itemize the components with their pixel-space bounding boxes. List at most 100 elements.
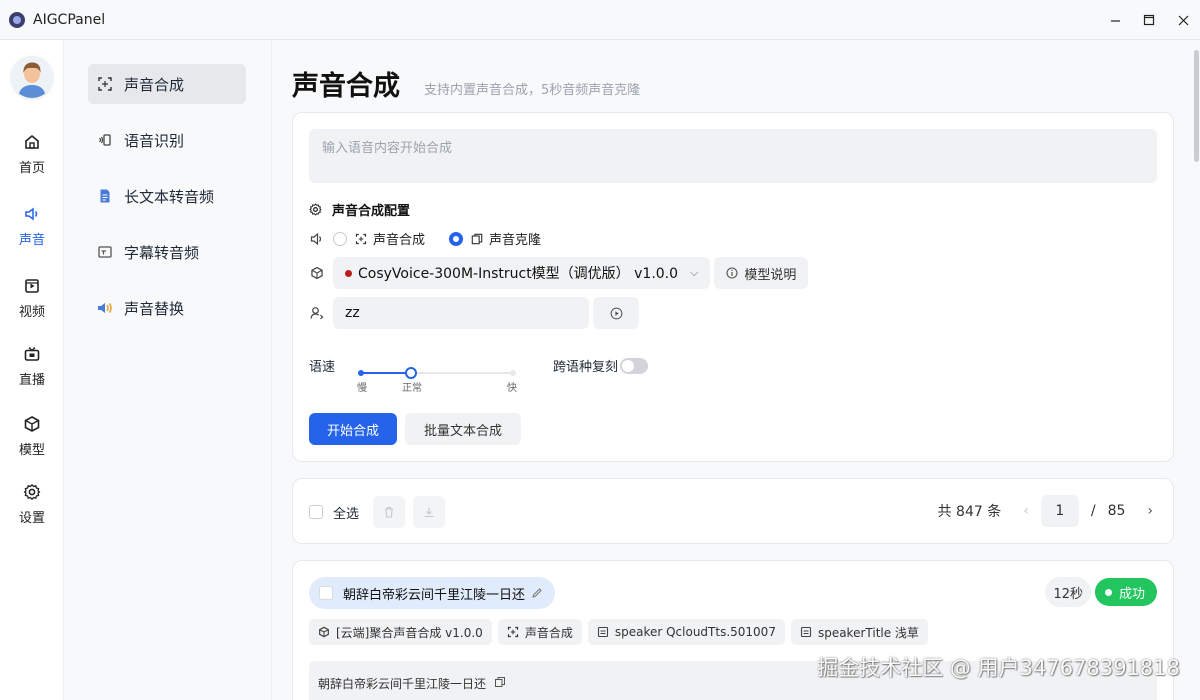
record-checkbox[interactable] [319, 586, 333, 600]
tag-text: speaker QcloudTts.501007 [614, 625, 776, 639]
subnav-label: 长文本转音频 [124, 187, 215, 206]
edit-icon[interactable] [531, 587, 543, 599]
tts-text-input[interactable]: 输入语音内容开始合成 [309, 129, 1157, 183]
model-select[interactable]: CosyVoice-300M-Instruct模型（调优版） v1.0.0 ⌵ [333, 257, 711, 289]
tag-text: speakerTitle 浅草 [817, 625, 919, 640]
rail-item-settings[interactable]: 设置 [0, 476, 64, 532]
scan-icon [507, 626, 518, 638]
select-all-checkbox[interactable] [309, 505, 323, 519]
total-pages: 85 [1107, 503, 1126, 519]
subnav-item-subtitle[interactable]: 字幕转音频 [88, 232, 246, 272]
model-row: CosyVoice-300M-Instruct模型（调优版） v1.0.0 ⌵ … [309, 257, 809, 289]
sub-nav: 声音合成 语音识别 长文本转音频 字幕转音频 声音替换 [64, 40, 272, 700]
rail-item-sound[interactable]: 声音 [0, 198, 64, 254]
subtitle-icon [96, 243, 114, 261]
scrollbar-thumb[interactable] [1194, 50, 1199, 162]
slider-fill [361, 372, 412, 374]
tag-text: 声音合成 [524, 625, 573, 640]
subnav-item-replace[interactable]: 声音替换 [88, 288, 246, 328]
tag-speaker-title: speakerTitle 浅草 [790, 619, 928, 645]
copy-icon[interactable] [494, 676, 506, 688]
tag-model: [云端]聚合声音合成 v1.0.0 [309, 619, 492, 645]
user-voice-icon [309, 305, 325, 321]
page-title: 声音合成 [292, 71, 400, 102]
play-icon [610, 307, 622, 319]
speed-tick-label: 正常 [402, 383, 422, 394]
sound-icon [25, 207, 38, 220]
select-all-row: 全选 [309, 496, 446, 528]
tag-speaker: speaker QcloudTts.501007 [587, 619, 785, 645]
slider-handle[interactable] [405, 367, 418, 379]
main-scrollbar[interactable] [1192, 40, 1200, 700]
speaker-select[interactable]: zz [333, 297, 589, 329]
list-icon [800, 626, 812, 638]
cross-lang-toggle[interactable] [620, 357, 649, 374]
status-badge: 成功 [1094, 578, 1157, 606]
subnav-label: 声音替换 [124, 299, 185, 318]
list-icon [597, 626, 608, 638]
page-number-input[interactable]: 1 [1040, 495, 1079, 527]
trash-icon [385, 506, 394, 518]
subnav-item-longtext[interactable]: 长文本转音频 [88, 176, 246, 216]
tag-text: [云端]聚合声音合成 v1.0.0 [336, 625, 483, 640]
chevron-down-icon: ⌵ [690, 266, 699, 279]
rail-item-model[interactable]: 模型 [0, 408, 64, 464]
info-icon [726, 267, 738, 279]
speed-slider[interactable]: 慢 正常 快 [357, 363, 517, 394]
rail-item-live[interactable]: 直播 [0, 338, 64, 394]
mode-option-tts[interactable]: 声音合成 [333, 229, 425, 248]
home-icon [25, 134, 39, 149]
status-text: 成功 [1118, 586, 1145, 602]
subnav-item-asr[interactable]: 语音识别 [88, 120, 246, 160]
speed-label: 语速 [309, 360, 336, 375]
model-select-value: CosyVoice-300M-Instruct模型（调优版） v1.0.0 [358, 266, 679, 282]
cube-icon [319, 626, 329, 638]
mode-option-clone[interactable]: 声音克隆 [449, 229, 541, 248]
page-subtitle: 支持内置声音合成，5秒音频声音克隆 [424, 83, 641, 98]
delete-button[interactable] [373, 496, 406, 528]
total-count: 共 847 条 [937, 504, 1002, 520]
record-tags: [云端]聚合声音合成 v1.0.0 声音合成 speaker QcloudTts… [309, 619, 934, 645]
voice-icon [96, 131, 114, 149]
main-content: 声音合成 支持内置声音合成，5秒音频声音克隆 输入语音内容开始合成 声音合成配置… [272, 40, 1192, 700]
select-all-label[interactable]: 全选 [333, 503, 359, 522]
subnav-item-tts[interactable]: 声音合成 [88, 64, 246, 104]
minimize-icon[interactable] [1098, 0, 1132, 40]
maximize-icon[interactable] [1132, 0, 1166, 40]
start-synthesis-button[interactable]: 开始合成 [309, 413, 397, 445]
radio-tts[interactable] [333, 231, 347, 246]
speed-tick-label: 慢 [357, 383, 367, 394]
download-icon [424, 507, 434, 518]
rail-item-home[interactable]: 首页 [0, 126, 64, 182]
close-icon[interactable] [1166, 0, 1200, 40]
avatar[interactable] [11, 56, 53, 98]
config-title-text: 声音合成配置 [332, 204, 411, 219]
rail-label: 首页 [18, 160, 45, 176]
window-controls [1098, 0, 1200, 40]
rail-label: 声音 [18, 232, 45, 248]
mode-option-label: 声音克隆 [489, 233, 542, 248]
batch-synthesis-button[interactable]: 批量文本合成 [405, 413, 521, 445]
cross-lang-row: 跨语种复刻 [553, 356, 649, 375]
rail-item-video[interactable]: 视频 [0, 270, 64, 326]
volume-icon [309, 231, 325, 247]
prev-page-icon[interactable]: ‹ [1023, 503, 1029, 519]
download-button[interactable] [413, 496, 446, 528]
mode-option-label: 声音合成 [373, 233, 426, 248]
rail-label: 模型 [18, 442, 45, 458]
next-page-icon[interactable]: › [1147, 503, 1153, 519]
record-title-chip: 朝辞白帝彩云间千里江陵一日还 [309, 577, 556, 609]
live-icon [24, 346, 40, 361]
play-button[interactable] [593, 297, 639, 329]
slider-tick [358, 370, 364, 376]
radio-clone[interactable] [449, 231, 464, 246]
model-info-label: 模型说明 [744, 267, 797, 283]
pagination: 共 847 条 ‹ 1 / 85 › [938, 495, 1153, 527]
title-bar: AIGCPanel [0, 0, 1200, 40]
speaker-value: zz [345, 305, 360, 321]
main-nav-rail: 首页 声音 视频 直播 模型 设置 [0, 40, 64, 700]
subnav-label: 声音合成 [124, 75, 185, 94]
tag-type: 声音合成 [497, 619, 582, 645]
model-info-button[interactable]: 模型说明 [714, 257, 809, 289]
rail-label: 直播 [18, 372, 45, 388]
